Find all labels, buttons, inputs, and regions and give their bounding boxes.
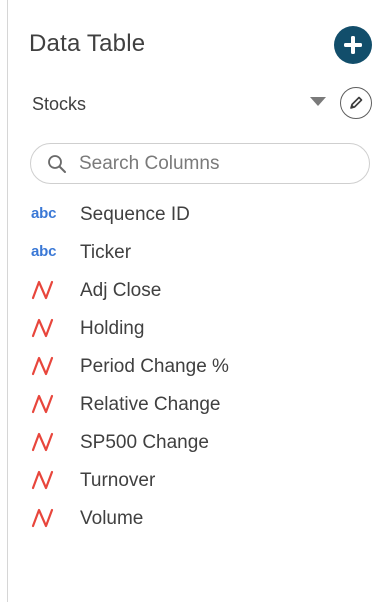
column-name: Turnover	[80, 470, 156, 491]
column-name: Volume	[80, 508, 144, 529]
column-item[interactable]: Relative Change	[31, 386, 361, 424]
search-icon	[48, 155, 66, 173]
panel-title: Data Table	[29, 30, 146, 57]
numeric-type-icon	[31, 432, 54, 452]
column-item[interactable]: abc Ticker	[31, 234, 361, 272]
edit-source-button[interactable]	[340, 87, 372, 119]
column-name: SP500 Change	[80, 432, 209, 453]
data-source-label: Stocks	[32, 94, 87, 114]
column-item[interactable]: SP500 Change	[31, 424, 361, 462]
numeric-type-icon	[31, 280, 54, 300]
column-item[interactable]: Period Change %	[31, 348, 361, 386]
column-name: Sequence ID	[80, 204, 190, 225]
plus-icon	[344, 36, 362, 54]
numeric-type-icon	[31, 508, 54, 528]
data-source-selector[interactable]: Stocks	[29, 87, 372, 121]
caret-down-icon[interactable]	[310, 97, 326, 106]
text-type-icon: abc	[31, 205, 57, 222]
column-item[interactable]: Volume	[31, 500, 361, 538]
column-name: Period Change %	[80, 356, 229, 377]
column-list: abc Sequence ID abc Ticker Adj Close Holding P…	[31, 196, 361, 538]
column-item[interactable]: Turnover	[31, 462, 361, 500]
numeric-type-icon	[31, 356, 54, 376]
panel-header: Data Table	[29, 26, 372, 66]
text-type-icon: abc	[31, 243, 57, 260]
column-name: Relative Change	[80, 394, 221, 415]
add-button[interactable]	[334, 26, 372, 64]
numeric-type-icon	[31, 394, 54, 414]
data-table-panel: Data Table Stocks abc Sequence ID abc Ticke…	[7, 0, 386, 602]
pencil-icon	[350, 96, 363, 109]
column-name: Ticker	[80, 242, 132, 263]
search-box[interactable]	[30, 143, 370, 184]
search-input[interactable]	[79, 149, 359, 178]
numeric-type-icon	[31, 318, 54, 338]
column-item[interactable]: Holding	[31, 310, 361, 348]
column-item[interactable]: abc Sequence ID	[31, 196, 361, 234]
column-item[interactable]: Adj Close	[31, 272, 361, 310]
numeric-type-icon	[31, 470, 54, 490]
column-name: Holding	[80, 318, 145, 339]
column-name: Adj Close	[80, 280, 162, 301]
